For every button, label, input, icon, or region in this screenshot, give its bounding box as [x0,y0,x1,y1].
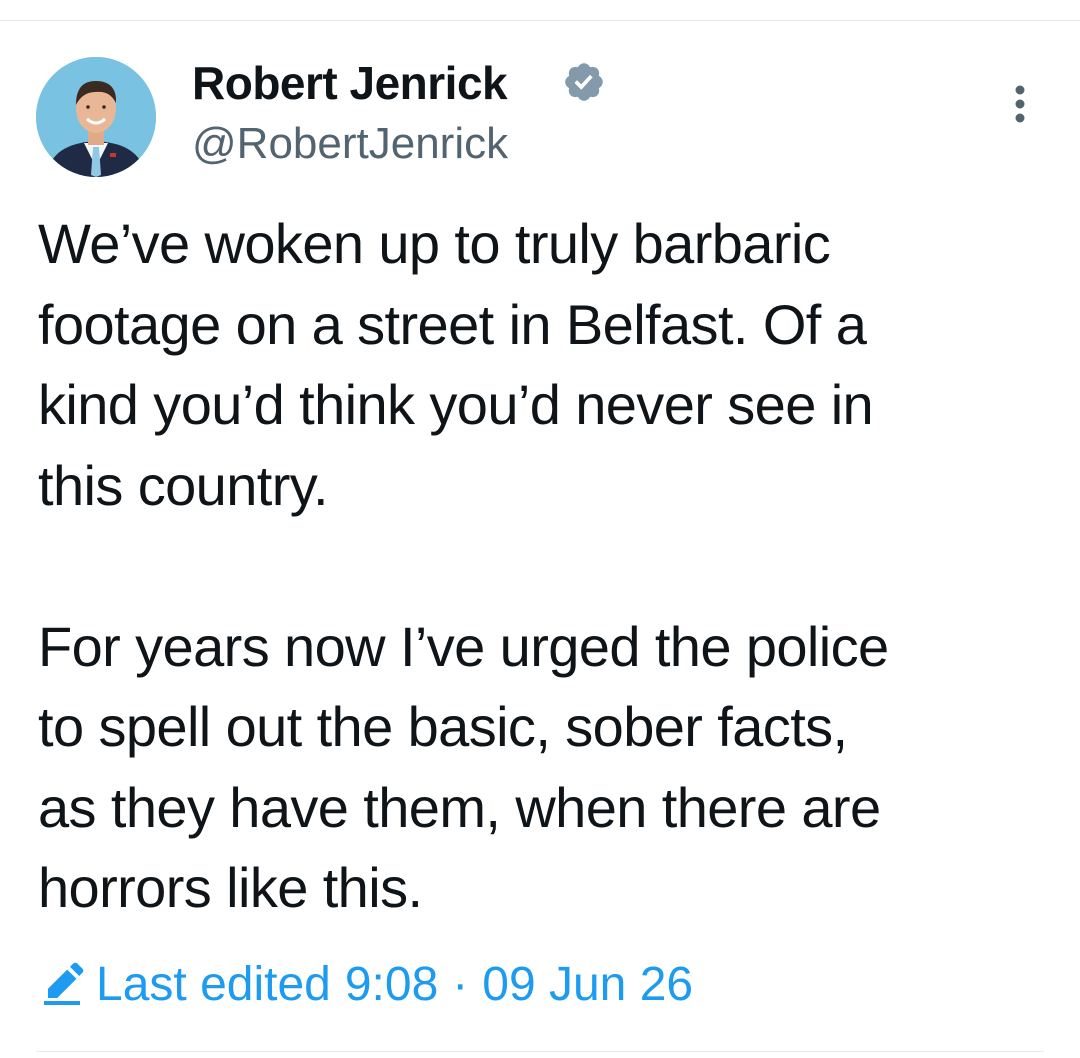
author-handle[interactable]: @RobertJenrick [192,118,508,170]
tweet-line: horrors like this. [38,856,423,919]
top-divider [0,20,1080,21]
tweet-line: We’ve woken up to truly barbaric [38,212,831,275]
tweet-line: to spell out the basic, sober facts, [38,695,848,758]
author-name[interactable]: Robert Jenrick [192,56,508,110]
pencil-edit-icon [38,960,86,1008]
bottom-divider [36,1051,1044,1052]
tweet-line: For years now I’ve urged the police [38,614,889,678]
tweet-line: footage on a street in Belfast. Of a [38,292,867,356]
edit-history-link[interactable]: Last edited 9:08 · 09 Jun 26 [38,954,693,1014]
tweet-text: We’ve woken up to truly barbaric footage… [38,204,1048,929]
more-options-icon [1015,85,1025,123]
edited-separator: · [452,957,469,1011]
author-avatar[interactable] [36,57,156,177]
edited-time: 9:08 [344,957,439,1011]
tweet-line: as they have them, when there are [38,775,881,839]
avatar-image [36,57,156,177]
edited-label: Last edited [96,957,331,1011]
edited-date: 09 Jun 26 [482,957,694,1011]
tweet-line: kind you’d think you’d never see in [38,373,874,436]
more-options-button[interactable] [1000,80,1040,128]
verified-badge-icon [562,60,606,104]
tweet-line: this country. [38,453,329,517]
